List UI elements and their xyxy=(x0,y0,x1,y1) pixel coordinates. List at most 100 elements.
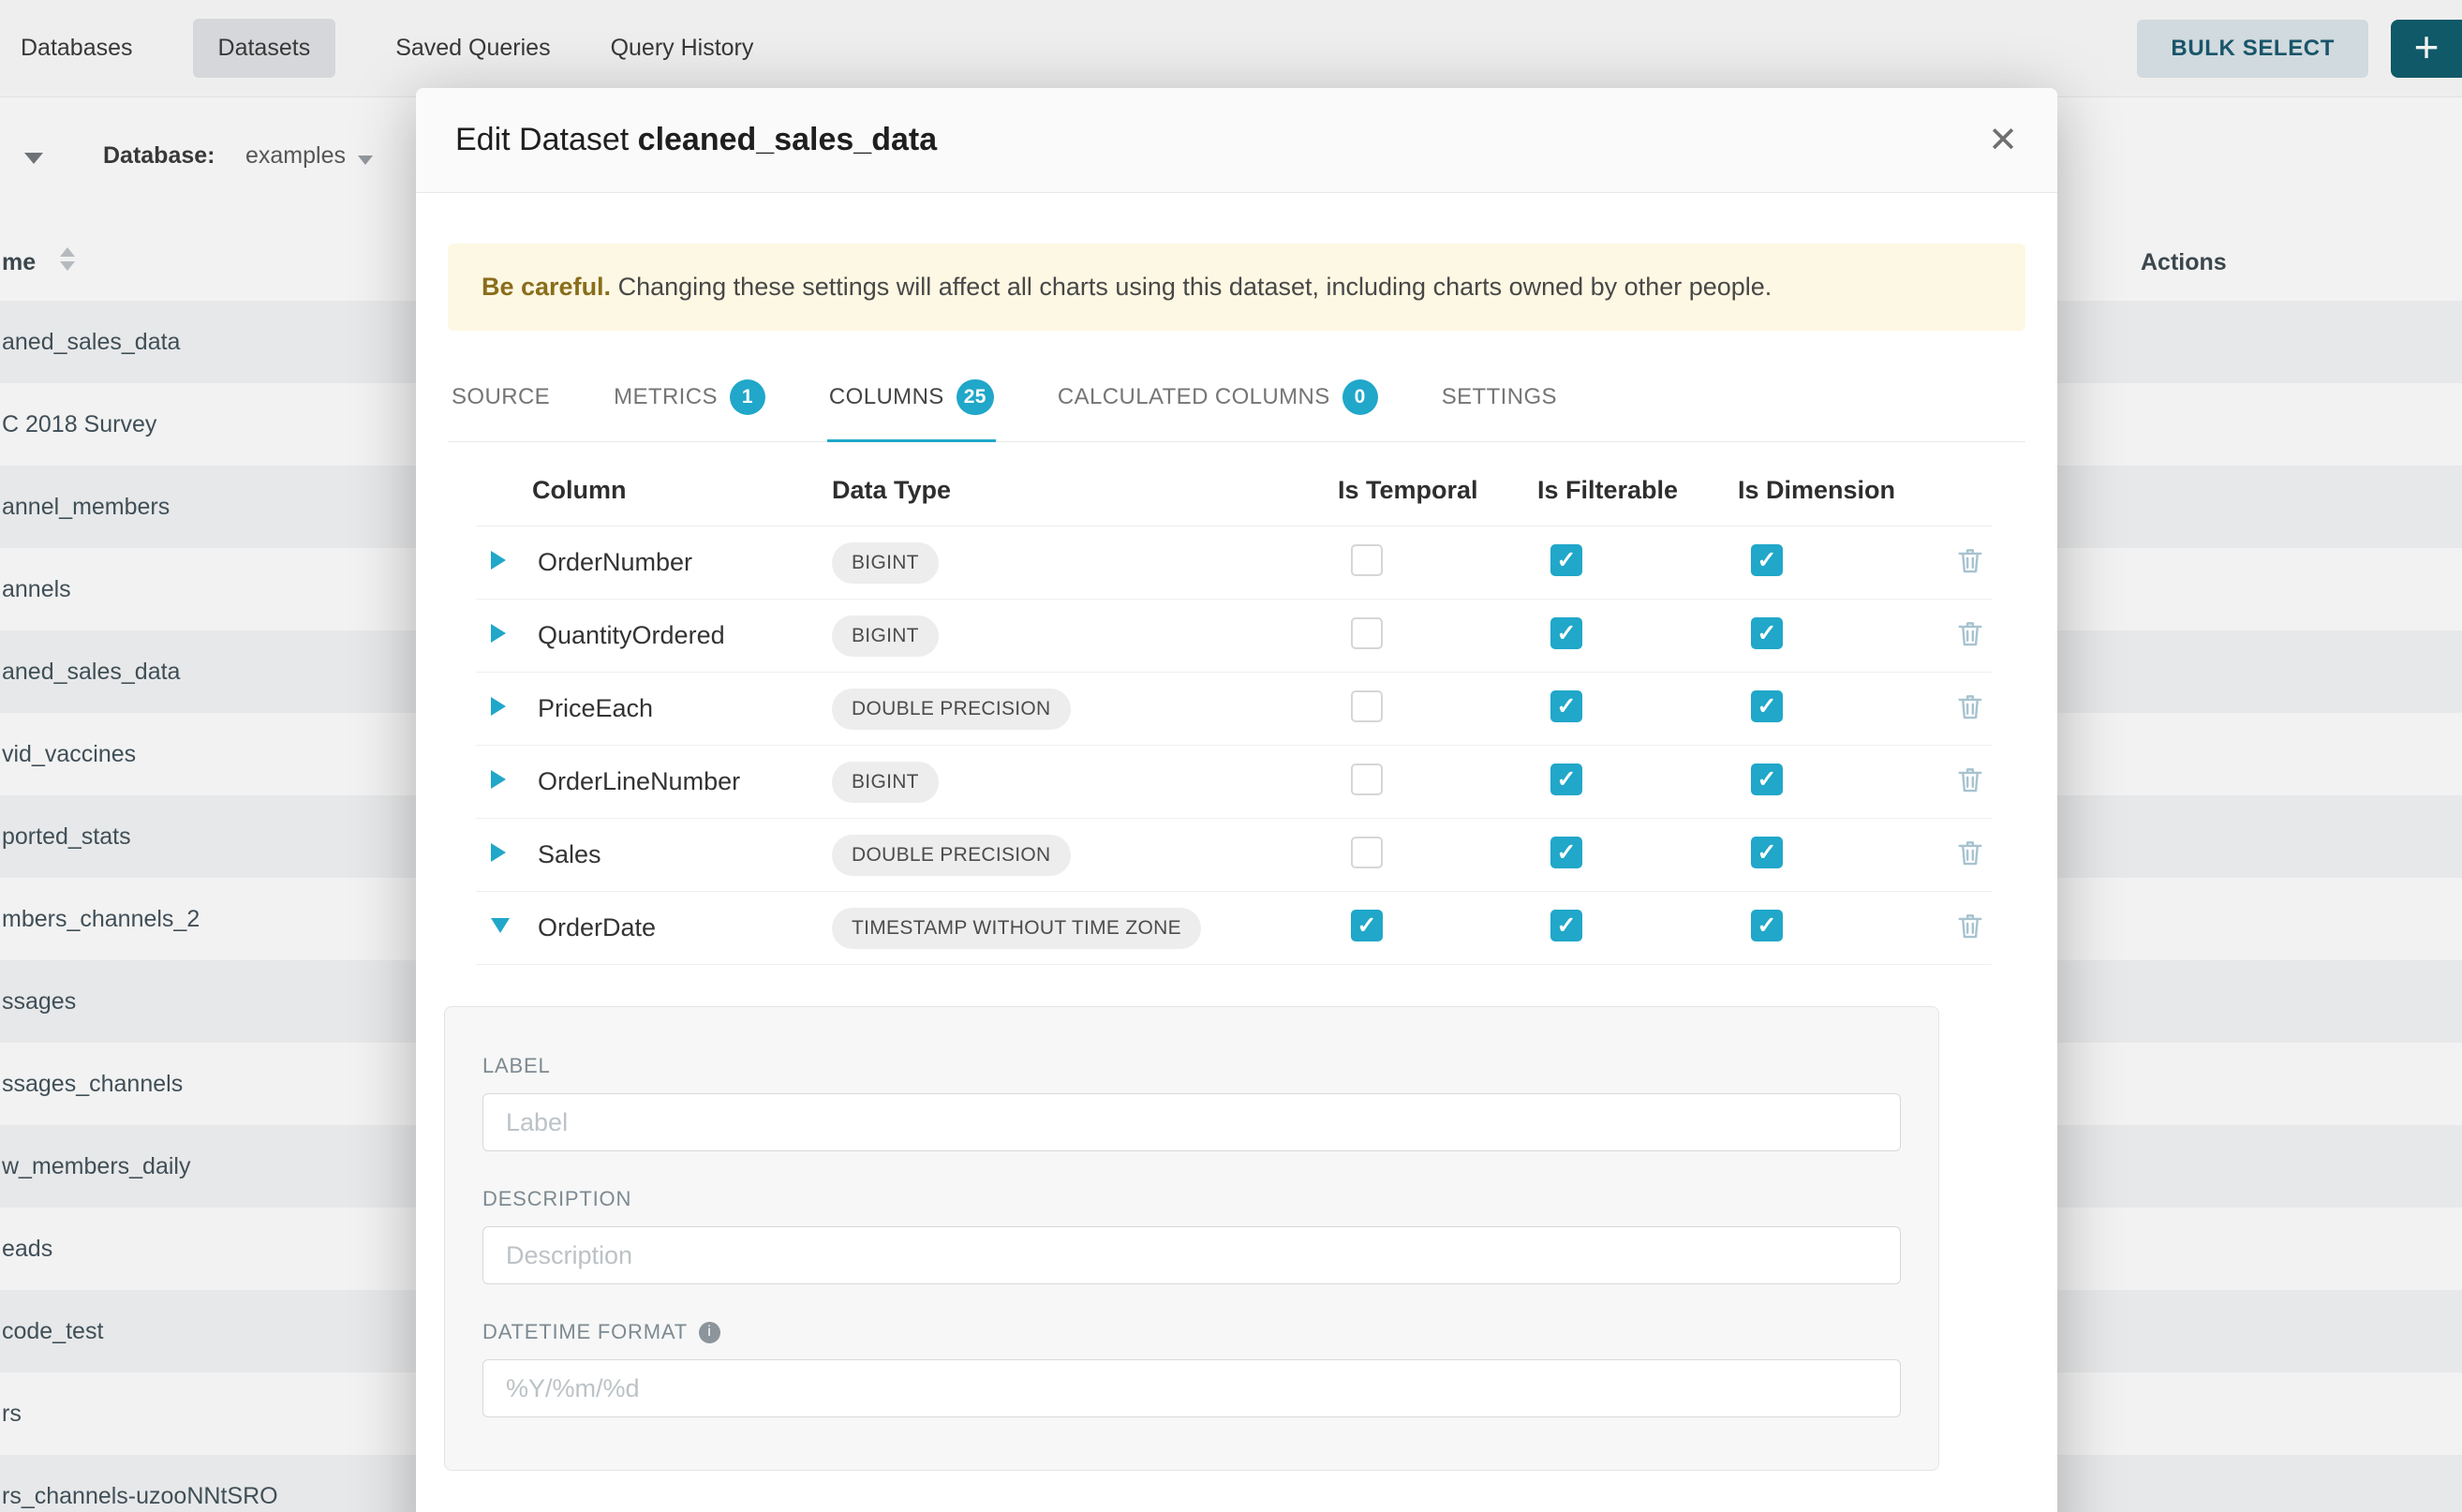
modal-tabs: SOURCE METRICS1 COLUMNS25 CALCULATED COLUMN… xyxy=(448,372,2025,442)
column-header: Column xyxy=(532,476,832,505)
expand-cell xyxy=(476,770,532,793)
is-filterable-cell xyxy=(1519,690,1719,727)
warning-banner: Be careful. Changing these settings will… xyxy=(448,244,2025,331)
column-name: OrderNumber xyxy=(532,548,832,577)
is-filterable-checkbox[interactable] xyxy=(1550,690,1582,722)
delete-column-icon[interactable] xyxy=(1954,690,1986,722)
tab-settings[interactable]: SETTINGS xyxy=(1440,372,1559,442)
column-name: Sales xyxy=(532,840,832,869)
expand-cell xyxy=(476,551,532,574)
row-actions-cell xyxy=(1954,617,1992,654)
tab-columns[interactable]: COLUMNS25 xyxy=(827,372,996,442)
is-dimension-cell xyxy=(1719,690,1944,727)
tab-count-badge: 0 xyxy=(1342,379,1378,415)
is-dimension-checkbox[interactable] xyxy=(1751,763,1783,795)
collapse-caret-icon[interactable] xyxy=(491,918,510,933)
description-field: DESCRIPTION xyxy=(482,1187,1901,1284)
description-input[interactable] xyxy=(482,1226,1901,1284)
is-temporal-checkbox[interactable] xyxy=(1351,763,1383,795)
datetime-format-field: DATETIME FORMAT xyxy=(482,1320,1901,1417)
tab-label: CALCULATED COLUMNS xyxy=(1058,384,1330,410)
is-temporal-checkbox[interactable] xyxy=(1351,617,1383,649)
is-dimension-cell xyxy=(1719,910,1944,946)
warning-banner-bold: Be careful. xyxy=(482,273,611,301)
label-input[interactable] xyxy=(482,1093,1901,1151)
is-filterable-checkbox[interactable] xyxy=(1550,544,1582,576)
datatype-cell: TIMESTAMP WITHOUT TIME ZONE xyxy=(832,908,1319,949)
is-temporal-checkbox[interactable] xyxy=(1351,837,1383,868)
is-filterable-checkbox[interactable] xyxy=(1550,910,1582,941)
expand-caret-icon[interactable] xyxy=(491,624,506,643)
tab-calculated-columns[interactable]: CALCULATED COLUMNS 0 xyxy=(1056,372,1380,442)
is-temporal-cell xyxy=(1319,763,1519,800)
datetime-format-input[interactable] xyxy=(482,1359,1901,1417)
is-filterable-checkbox[interactable] xyxy=(1550,837,1582,868)
column-editor-panel: LABEL DESCRIPTION DATETIME FORMAT xyxy=(444,1006,1939,1471)
is-temporal-checkbox[interactable] xyxy=(1351,910,1383,941)
close-icon[interactable]: ✕ xyxy=(1988,123,2018,158)
is-filterable-checkbox[interactable] xyxy=(1550,617,1582,649)
modal-title: Edit Dataset cleaned_sales_data xyxy=(455,122,937,158)
datatype-pill: DOUBLE PRECISION xyxy=(832,689,1071,730)
is-filterable-checkbox[interactable] xyxy=(1550,763,1582,795)
is-dimension-checkbox[interactable] xyxy=(1751,690,1783,722)
is-dimension-cell xyxy=(1719,617,1944,654)
row-actions-cell xyxy=(1954,544,1992,581)
delete-column-icon[interactable] xyxy=(1954,544,1986,576)
modal-title-dataset-name: cleaned_sales_data xyxy=(638,122,937,157)
expand-caret-icon[interactable] xyxy=(491,770,506,789)
is-dimension-checkbox[interactable] xyxy=(1751,837,1783,868)
row-actions-cell xyxy=(1954,690,1992,727)
delete-column-icon[interactable] xyxy=(1954,910,1986,941)
is-filterable-header: Is Filterable xyxy=(1519,476,1719,505)
column-row: OrderLineNumberBIGINT xyxy=(476,746,1992,819)
info-icon[interactable] xyxy=(699,1322,720,1343)
column-row: SalesDOUBLE PRECISION xyxy=(476,819,1992,892)
columns-table: Column Data Type Is Temporal Is Filterab… xyxy=(476,442,1992,965)
columns-table-body: OrderNumberBIGINTQuantityOrderedBIGINTPr… xyxy=(476,526,1992,965)
expand-caret-icon[interactable] xyxy=(491,551,506,570)
delete-column-icon[interactable] xyxy=(1954,617,1986,649)
datatype-cell: BIGINT xyxy=(832,762,1319,803)
datatype-pill: DOUBLE PRECISION xyxy=(832,835,1071,876)
is-dimension-cell xyxy=(1719,544,1944,581)
is-temporal-cell xyxy=(1319,617,1519,654)
datatype-pill: BIGINT xyxy=(832,615,939,657)
is-temporal-cell xyxy=(1319,910,1519,946)
tab-source[interactable]: SOURCE xyxy=(450,372,552,442)
expand-cell xyxy=(476,843,532,867)
datatype-pill: TIMESTAMP WITHOUT TIME ZONE xyxy=(832,908,1201,949)
datatype-cell: DOUBLE PRECISION xyxy=(832,835,1319,876)
datatype-pill: BIGINT xyxy=(832,762,939,803)
label-field: LABEL xyxy=(482,1054,1901,1151)
is-dimension-checkbox[interactable] xyxy=(1751,617,1783,649)
datatype-cell: DOUBLE PRECISION xyxy=(832,689,1319,730)
datetime-format-field-label: DATETIME FORMAT xyxy=(482,1320,1901,1344)
expand-cell xyxy=(476,697,532,720)
column-row: OrderNumberBIGINT xyxy=(476,526,1992,600)
modal-body: Be careful. Changing these settings will… xyxy=(416,193,2057,1471)
edit-dataset-modal: Edit Dataset cleaned_sales_data ✕ Be car… xyxy=(416,88,2057,1512)
column-name: OrderDate xyxy=(532,913,832,942)
datatype-pill: BIGINT xyxy=(832,542,939,584)
is-filterable-cell xyxy=(1519,763,1719,800)
datatype-cell: BIGINT xyxy=(832,615,1319,657)
is-dimension-checkbox[interactable] xyxy=(1751,910,1783,941)
modal-header: Edit Dataset cleaned_sales_data ✕ xyxy=(416,88,2057,193)
delete-column-icon[interactable] xyxy=(1954,763,1986,795)
expand-caret-icon[interactable] xyxy=(491,843,506,862)
delete-column-icon[interactable] xyxy=(1954,837,1986,868)
is-temporal-checkbox[interactable] xyxy=(1351,690,1383,722)
is-filterable-cell xyxy=(1519,544,1719,581)
column-name: QuantityOrdered xyxy=(532,621,832,650)
is-temporal-checkbox[interactable] xyxy=(1351,544,1383,576)
expand-caret-icon[interactable] xyxy=(491,697,506,716)
tab-metrics[interactable]: METRICS1 xyxy=(612,372,767,442)
row-actions-cell xyxy=(1954,763,1992,800)
is-dimension-checkbox[interactable] xyxy=(1751,544,1783,576)
tab-label: SOURCE xyxy=(452,384,550,410)
column-row: PriceEachDOUBLE PRECISION xyxy=(476,673,1992,746)
datatype-cell: BIGINT xyxy=(832,542,1319,584)
column-row: QuantityOrderedBIGINT xyxy=(476,600,1992,673)
is-dimension-cell xyxy=(1719,763,1944,800)
